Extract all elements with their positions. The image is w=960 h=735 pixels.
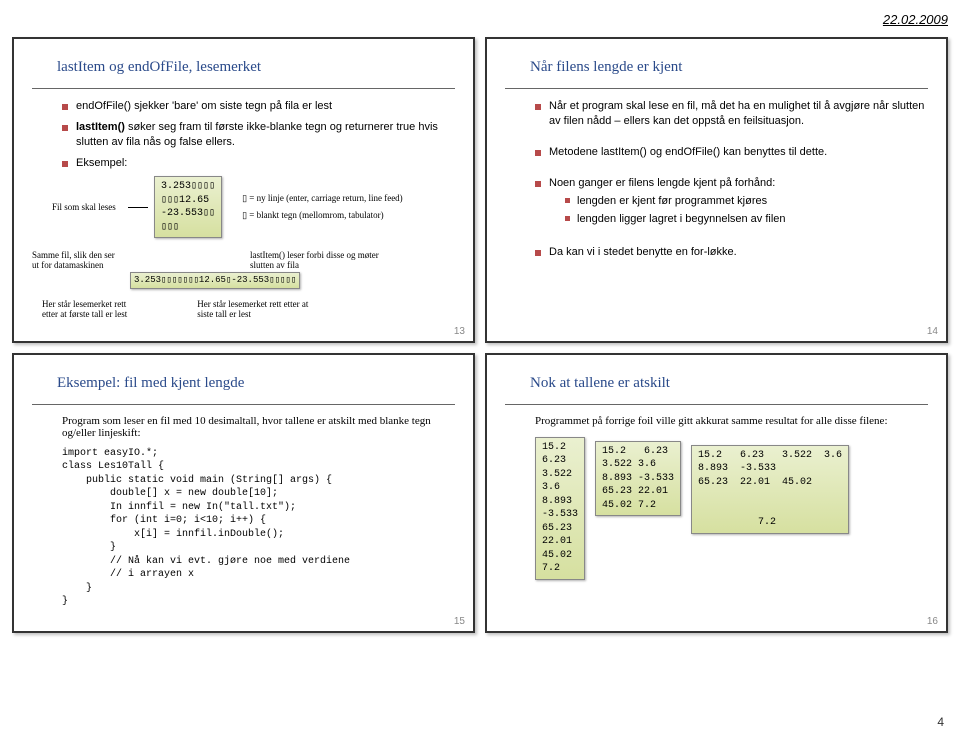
bullet-text: Noen ganger er filens lengde kjent på fo… (549, 177, 775, 189)
divider (505, 404, 928, 405)
slide-16: Nok at tallene er atskilt Programmet på … (485, 353, 948, 633)
bullet: endOfFile() sjekker 'bare' om siste tegn… (62, 99, 455, 114)
sub-bullet: lengden ligger lagret i begynnelsen av f… (565, 212, 928, 227)
slide-14: Når filens lengde er kjent Når et progra… (485, 37, 948, 343)
legend-newline: ▯ = ny linje (enter, carriage return, li… (242, 193, 403, 204)
code-block: import easyIO.*; class Les10Tall { publi… (62, 447, 455, 609)
sub-text: lengden er kjent før programmet kjøres (577, 195, 767, 207)
slide-title: Nok at tallene er atskilt (530, 375, 928, 392)
slide-title: lastItem og endOfFile, lesemerket (57, 59, 455, 76)
bullet-text: endOfFile() sjekker 'bare' om siste tegn… (76, 100, 332, 112)
filebox-multiline: 3.253▯▯▯▯ ▯▯▯12.65 -23.553▯▯ ▯▯▯ (154, 176, 222, 238)
divider (505, 88, 928, 89)
bullet-text: Da kan vi i stedet benytte en for-løkke. (549, 246, 737, 258)
filebox-3: 15.2 6.23 3.522 3.6 8.893 -3.533 65.23 2… (691, 445, 849, 534)
slide-title: Eksempel: fil med kjent lengde (57, 375, 455, 392)
label-same-file: Samme fil, slik den ser ut for datamaski… (32, 250, 122, 270)
page-footer-number: 4 (937, 715, 944, 729)
note-last-mark: Her står lesemerket rett etter at siste … (197, 299, 308, 319)
legend-blank: ▯ = blankt tegn (mellomrom, tabulator) (242, 210, 403, 221)
slide-pagenum: 15 (454, 616, 465, 627)
bullet-strong: lastItem() (76, 121, 125, 133)
slide-intro: Program som leser en fil med 10 desimalt… (62, 415, 455, 439)
label-file-read: Fil som skal leses (52, 202, 122, 212)
slide-pagenum: 14 (927, 326, 938, 337)
bullet: Metodene lastItem() og endOfFile() kan b… (535, 145, 928, 160)
page-date: 22.02.2009 (12, 12, 948, 27)
sub-bullet: lengden er kjent før programmet kjøres (565, 194, 928, 209)
sub-text: lengden ligger lagret i begynnelsen av f… (577, 213, 786, 225)
bullet: Da kan vi i stedet benytte en for-løkke. (535, 245, 928, 260)
bullet-text: Metodene lastItem() og endOfFile() kan b… (549, 146, 827, 158)
bullet: lastItem() søker seg fram til første ikk… (62, 120, 455, 150)
slide-13: lastItem og endOfFile, lesemerket endOfF… (12, 37, 475, 343)
bullet: Noen ganger er filens lengde kjent på fo… (535, 176, 928, 228)
slide-intro: Programmet på forrige foil ville gitt ak… (535, 415, 928, 427)
slide-15: Eksempel: fil med kjent lengde Program s… (12, 353, 475, 633)
note-lastitem: lastItem() leser forbi disse og møter sl… (250, 250, 455, 270)
slide-title: Når filens lengde er kjent (530, 59, 928, 76)
filebox-tape: 3.253▯▯▯▯▯▯▯12.65▯-23.553▯▯▯▯▯ (130, 272, 300, 288)
bullet-text: Når et program skal lese en fil, må det … (549, 100, 924, 127)
filebox-2: 15.2 6.23 3.522 3.6 8.893 -3.533 65.23 2… (595, 441, 681, 517)
arrow-line (128, 207, 148, 208)
slide-pagenum: 16 (927, 616, 938, 627)
slide-grid: lastItem og endOfFile, lesemerket endOfF… (12, 37, 948, 633)
bullet: Når et program skal lese en fil, må det … (535, 99, 928, 129)
bullet: Eksempel: (62, 156, 455, 171)
divider (32, 404, 455, 405)
bullet-text: Eksempel: (76, 157, 127, 169)
filebox-1: 15.2 6.23 3.522 3.6 8.893 -3.533 65.23 2… (535, 437, 585, 580)
divider (32, 88, 455, 89)
bullet-text: søker seg fram til første ikke-blanke te… (76, 121, 438, 148)
note-first-mark: Her står lesemerket rett etter at første… (42, 299, 127, 319)
slide-pagenum: 13 (454, 326, 465, 337)
